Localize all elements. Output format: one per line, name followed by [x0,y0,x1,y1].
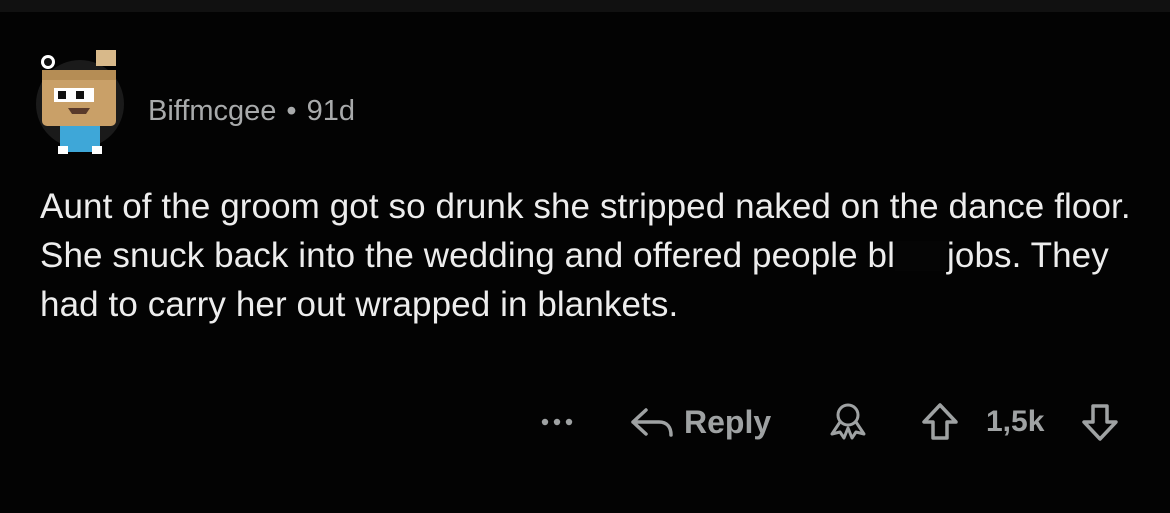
meta-separator: • [286,95,297,127]
downvote-button[interactable] [1080,400,1120,444]
upvote-icon [922,403,958,440]
comment-age: 91d [306,95,355,127]
award-button[interactable] [826,400,870,444]
comment-meta: Biffmcgee • 91d [148,94,355,128]
top-strip [0,0,1170,12]
upvote-button[interactable] [920,400,960,444]
avatar-icon [36,50,124,154]
more-icon [541,418,573,426]
censor-block [895,241,947,271]
comment-actions: Reply 1,5k [0,400,1170,448]
more-button[interactable] [540,400,574,444]
comment-body: Aunt of the groom got so drunk she strip… [40,182,1140,329]
reply-label: Reply [684,403,772,440]
comment-card: Biffmcgee • 91d Aunt of the groom got so d… [0,12,1170,513]
reply-arrow-icon [631,408,673,437]
vote-count: 1,5k [986,405,1045,438]
avatar[interactable] [30,50,126,154]
author-name[interactable]: Biffmcgee [148,95,276,127]
reply-button[interactable]: Reply [628,400,771,444]
downvote-icon [1082,404,1118,441]
award-icon [830,403,866,440]
